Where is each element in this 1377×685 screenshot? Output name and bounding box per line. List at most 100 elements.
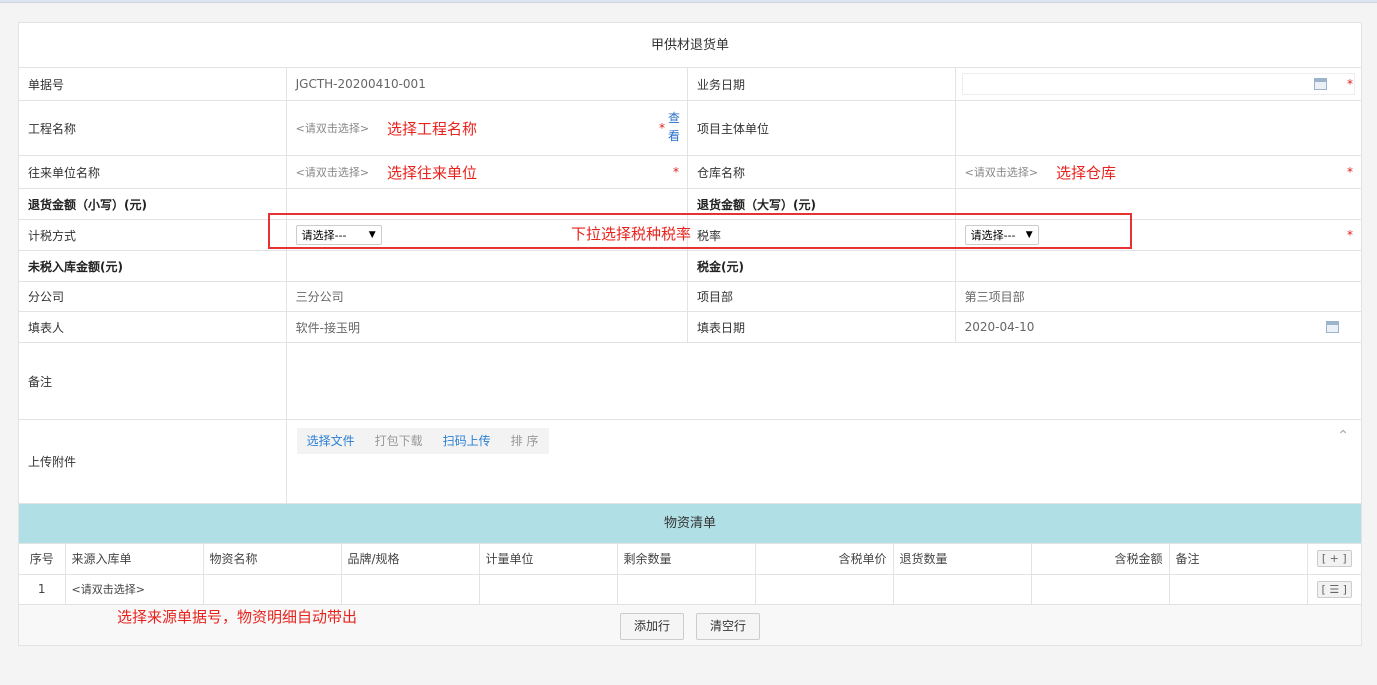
col-return-qty: 退货数量 bbox=[892, 544, 1032, 575]
col-index: 序号 bbox=[19, 544, 66, 575]
calendar-icon[interactable] bbox=[1326, 321, 1339, 333]
material-cell[interactable] bbox=[202, 573, 342, 605]
partner-label: 往来单位名称 bbox=[19, 156, 287, 188]
return-form: 甲供材退货单 单据号 JGCTH-20200410-001 业务日期 * 工程名… bbox=[18, 22, 1362, 646]
attachment-area: 选择文件 打包下载 扫码上传 排 序 ⌃ bbox=[287, 420, 1361, 503]
tax-rate-cell: 请选择--- ▼ * bbox=[956, 220, 1361, 250]
partner-note: 选择往来单位 bbox=[387, 163, 478, 182]
tax-amount-label: 税金(元) bbox=[688, 251, 956, 281]
add-item-button[interactable]: [ + ] bbox=[1316, 550, 1352, 568]
row-filler: 填表人 软件-接玉明 填表日期 2020-04-10 bbox=[19, 312, 1361, 343]
row-branch: 分公司 三分公司 项目部 第三项目部 bbox=[19, 282, 1361, 312]
items-header-row: 序号 来源入库单 物资名称 品牌/规格 计量单位 剩余数量 含税单价 退货数量 … bbox=[19, 544, 1361, 575]
remark-input[interactable] bbox=[287, 343, 1361, 419]
add-row-button[interactable]: 添加行 bbox=[620, 612, 685, 640]
doc-no-value: JGCTH-20200410-001 bbox=[287, 68, 688, 100]
tax-method-select[interactable]: 请选择--- ▼ bbox=[295, 225, 382, 245]
project-name-label: 工程名称 bbox=[19, 101, 287, 155]
calendar-icon[interactable] bbox=[1314, 78, 1327, 90]
required-mark: * bbox=[1347, 228, 1353, 242]
unit-cell[interactable] bbox=[478, 573, 618, 605]
source-input[interactable]: <请双击选择> bbox=[64, 573, 204, 605]
amount-cell bbox=[1030, 573, 1170, 605]
col-brand: 品牌/规格 bbox=[340, 544, 480, 575]
row-project-name: 工程名称 <请双击选择> 选择工程名称 * 查看 项目主体单位 bbox=[19, 101, 1361, 156]
dept-label: 项目部 bbox=[688, 282, 956, 311]
dropdown-annotation: 下拉选择税种税率 bbox=[571, 225, 692, 243]
return-qty-cell[interactable] bbox=[892, 573, 1032, 605]
dept-value: 第三项目部 bbox=[964, 290, 1025, 304]
warehouse-note: 选择仓库 bbox=[1056, 163, 1117, 182]
col-remaining: 剩余数量 bbox=[616, 544, 756, 575]
warehouse-label: 仓库名称 bbox=[688, 156, 956, 188]
project-name-field[interactable]: <请双击选择> 选择工程名称 * 查看 bbox=[287, 101, 688, 155]
tax-rate-select[interactable]: 请选择--- ▼ bbox=[964, 225, 1039, 245]
row-remark: 备注 bbox=[19, 343, 1361, 420]
doc-no-label: 单据号 bbox=[19, 68, 287, 100]
project-name-placeholder: <请双击选择> bbox=[295, 122, 370, 135]
tax-rate-label: 税率 bbox=[688, 220, 956, 250]
dropdown-arrow-icon: ▼ bbox=[368, 230, 376, 240]
unit-price-cell[interactable] bbox=[754, 573, 894, 605]
partner-placeholder: <请双击选择> bbox=[295, 166, 370, 179]
dropdown-arrow-icon: ▼ bbox=[1025, 230, 1033, 240]
col-amount: 含税金额 bbox=[1030, 544, 1170, 575]
form-title: 甲供材退货单 bbox=[19, 23, 1361, 68]
tax-method-selected: 请选择--- bbox=[301, 229, 347, 242]
row-menu-button[interactable]: [ ☰ ] bbox=[1316, 580, 1352, 598]
return-amount-big-value bbox=[956, 189, 1361, 219]
filler-value: 软件-接玉明 bbox=[287, 312, 688, 342]
required-mark: * bbox=[1347, 165, 1353, 179]
brand-cell[interactable] bbox=[340, 573, 480, 605]
add-item-cell: [ + ] bbox=[1306, 544, 1361, 575]
required-mark: * bbox=[659, 121, 665, 135]
biz-date-input[interactable] bbox=[961, 73, 1355, 95]
fill-date-cell: 2020-04-10 bbox=[956, 312, 1361, 342]
pack-download-button[interactable]: 打包下载 bbox=[364, 428, 433, 454]
col-remark: 备注 bbox=[1168, 544, 1308, 575]
remark-cell[interactable] bbox=[1168, 573, 1308, 605]
return-amount-small-value bbox=[287, 189, 688, 219]
warehouse-field[interactable]: <请双击选择> 选择仓库 * bbox=[956, 156, 1361, 188]
sort-button[interactable]: 排 序 bbox=[500, 428, 549, 454]
items-table: 序号 来源入库单 物资名称 品牌/规格 计量单位 剩余数量 含税单价 退货数量 … bbox=[19, 544, 1361, 605]
upload-toolbar: 选择文件 打包下载 扫码上传 排 序 bbox=[296, 428, 549, 454]
return-amount-small-label: 退货金额（小写）(元) bbox=[19, 189, 287, 219]
biz-date-cell: * bbox=[956, 68, 1361, 100]
branch-value: 三分公司 bbox=[287, 282, 688, 311]
col-unit-price: 含税单价 bbox=[754, 544, 894, 575]
remark-label: 备注 bbox=[19, 343, 287, 419]
partner-field[interactable]: <请双击选择> 选择往来单位 * bbox=[287, 156, 688, 188]
select-file-button[interactable]: 选择文件 bbox=[296, 428, 365, 454]
table-row: 1 <请双击选择> [ ☰ ] bbox=[19, 573, 1361, 605]
tax-amount-value bbox=[956, 251, 1361, 281]
untaxed-amount-label: 未税入库金额(元) bbox=[19, 251, 287, 281]
row-index: 1 bbox=[19, 573, 66, 605]
required-mark: * bbox=[673, 165, 679, 179]
filler-label: 填表人 bbox=[19, 312, 287, 342]
row-menu-cell: [ ☰ ] bbox=[1306, 573, 1361, 605]
row-partner: 往来单位名称 <请双击选择> 选择往来单位 * 仓库名称 <请双击选择> 选择仓… bbox=[19, 156, 1361, 189]
branch-label: 分公司 bbox=[19, 282, 287, 311]
col-material: 物资名称 bbox=[202, 544, 342, 575]
biz-date-label: 业务日期 bbox=[688, 68, 956, 100]
fill-date-value: 2020-04-10 bbox=[964, 320, 1035, 334]
scan-upload-button[interactable]: 扫码上传 bbox=[432, 428, 501, 454]
clear-rows-button[interactable]: 清空行 bbox=[696, 612, 761, 640]
col-source: 来源入库单 bbox=[64, 544, 204, 575]
source-annotation: 选择来源单据号，物资明细自动带出 bbox=[117, 608, 358, 626]
row-return-amount: 退货金额（小写）(元) 退货金额（大写）(元) bbox=[19, 189, 1361, 220]
project-owner-value bbox=[956, 101, 1361, 155]
col-unit: 计量单位 bbox=[478, 544, 618, 575]
items-section-title: 物资清单 bbox=[19, 504, 1361, 544]
remaining-cell bbox=[616, 573, 756, 605]
view-link[interactable]: 查看 bbox=[667, 109, 681, 145]
collapse-icon[interactable]: ⌃ bbox=[1337, 428, 1349, 444]
required-mark: * bbox=[1347, 77, 1353, 91]
warehouse-placeholder: <请双击选择> bbox=[964, 166, 1039, 179]
row-untaxed: 未税入库金额(元) 税金(元) bbox=[19, 251, 1361, 282]
untaxed-amount-value bbox=[287, 251, 688, 281]
top-border bbox=[0, 0, 1377, 3]
fill-date-label: 填表日期 bbox=[688, 312, 956, 342]
attachment-label: 上传附件 bbox=[19, 420, 287, 503]
